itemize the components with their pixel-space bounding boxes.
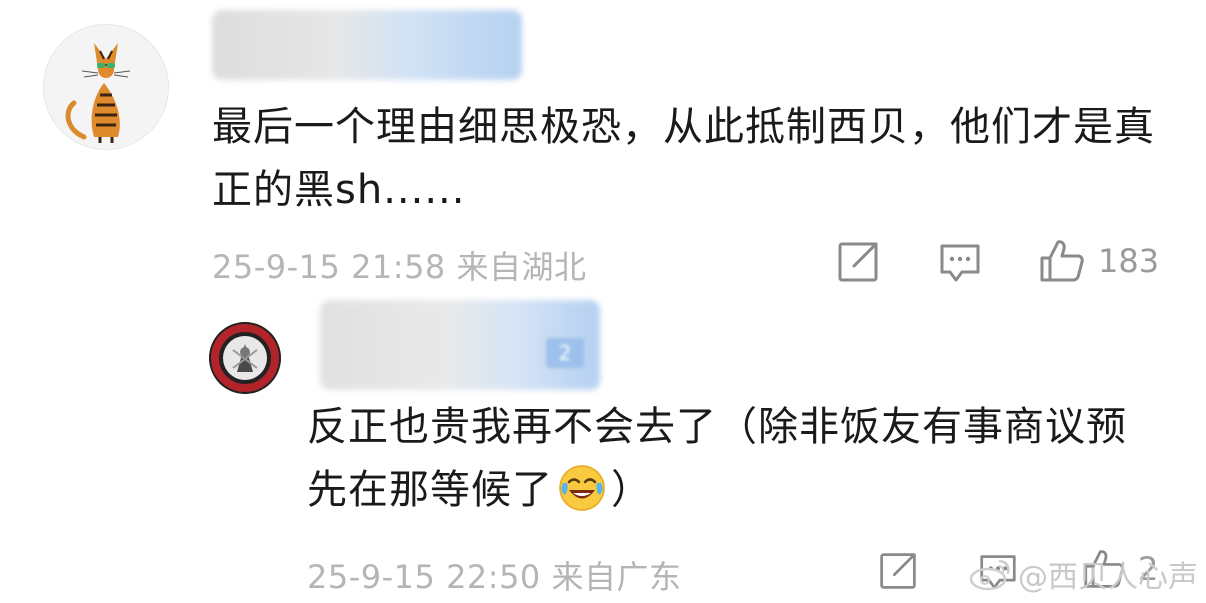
user-avatar[interactable] [43, 24, 169, 150]
username-blurred[interactable] [212, 10, 522, 80]
share-button[interactable] [836, 240, 880, 284]
comment-location: 来自湖北 [456, 248, 587, 286]
comment-text: 最后一个理由细思极恐，从此抵制西贝，他们才是真正的黑sh...... [212, 104, 1155, 213]
share-icon [880, 553, 916, 589]
watermark-text: @西贝人心声 [1018, 560, 1198, 595]
user-avatar[interactable] [209, 322, 281, 394]
comment-time: 25-9-15 21:58 [212, 248, 446, 286]
cat-avatar-icon [44, 25, 168, 149]
comment-text-main: 反正也贵我再不会去了（除非饭友有事商议预先在那等候了 [307, 404, 1127, 513]
user-badge: 2 [546, 338, 584, 368]
share-button[interactable] [878, 551, 918, 591]
crying-laughing-emoji-icon [557, 463, 607, 513]
weibo-logo-icon [968, 557, 1012, 591]
comment-meta: 25-9-15 21:58 来自湖北 [212, 242, 586, 288]
share-icon [838, 242, 878, 282]
comment-text: 反正也贵我再不会去了（除非饭友有事商议预先在那等候了 ） [307, 396, 1167, 522]
comment-icon [940, 244, 980, 282]
comment-location: 来自广东 [551, 558, 682, 596]
like-count: 183 [1098, 242, 1160, 280]
comment-meta: 25-9-15 22:50 来自广东 [307, 552, 681, 598]
badge-avatar-icon [209, 322, 281, 394]
like-button[interactable]: 183 [1038, 238, 1159, 284]
comment-button[interactable] [938, 242, 982, 284]
comment-text-tail: ） [611, 467, 652, 513]
watermark: @西贝人心声 [968, 552, 1198, 596]
like-icon [1040, 240, 1084, 282]
comment-time: 25-9-15 22:50 [307, 558, 541, 596]
